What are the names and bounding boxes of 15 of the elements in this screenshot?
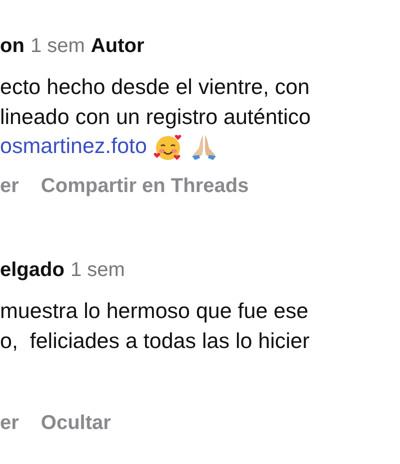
username[interactable]: on <box>0 33 24 59</box>
comment-text: o, feliciades a todas las lo hicier <box>0 328 310 354</box>
username[interactable]: elgado <box>0 257 64 283</box>
comment-text: ecto hecho desde el vientre, con <box>0 74 310 101</box>
timestamp: 1 sem <box>70 258 125 283</box>
action-link[interactable]: Ocultar <box>40 412 111 435</box>
timestamp: 1 sem <box>30 34 85 59</box>
author-label: Autor <box>90 34 144 59</box>
action-link[interactable]: er <box>0 175 19 198</box>
action-link[interactable]: Compartir en Threads <box>40 175 249 198</box>
comment-text: lineado con un registro auténtico <box>0 104 311 130</box>
action-link[interactable]: er <box>0 412 19 435</box>
smiling-face-icon <box>152 132 183 162</box>
mention-link[interactable]: osmartinez.foto <box>0 132 147 162</box>
comment-text: muestra lo hermoso que fue ese <box>0 298 308 325</box>
